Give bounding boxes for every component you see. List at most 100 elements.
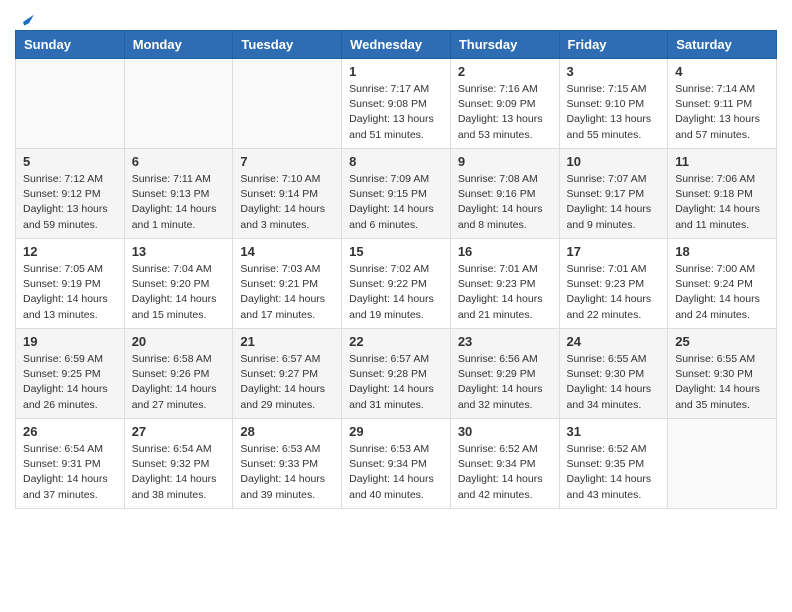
calendar-day-cell: 31 Sunrise: 6:52 AMSunset: 9:35 PMDayligh… bbox=[559, 419, 668, 509]
calendar-day-cell: 24 Sunrise: 6:55 AMSunset: 9:30 PMDayligh… bbox=[559, 329, 668, 419]
day-info: Sunrise: 6:54 AMSunset: 9:31 PMDaylight:… bbox=[23, 442, 117, 503]
day-info: Sunrise: 7:05 AMSunset: 9:19 PMDaylight:… bbox=[23, 262, 117, 323]
day-info: Sunrise: 7:00 AMSunset: 9:24 PMDaylight:… bbox=[675, 262, 769, 323]
day-info: Sunrise: 7:10 AMSunset: 9:14 PMDaylight:… bbox=[240, 172, 334, 233]
day-info: Sunrise: 7:02 AMSunset: 9:22 PMDaylight:… bbox=[349, 262, 443, 323]
column-header-sunday: Sunday bbox=[16, 31, 125, 59]
day-number: 18 bbox=[675, 244, 769, 259]
day-info: Sunrise: 6:57 AMSunset: 9:27 PMDaylight:… bbox=[240, 352, 334, 413]
calendar-week-row: 26 Sunrise: 6:54 AMSunset: 9:31 PMDayligh… bbox=[16, 419, 777, 509]
calendar-day-cell: 11 Sunrise: 7:06 AMSunset: 9:18 PMDayligh… bbox=[668, 149, 777, 239]
calendar-day-cell: 17 Sunrise: 7:01 AMSunset: 9:23 PMDayligh… bbox=[559, 239, 668, 329]
day-number: 14 bbox=[240, 244, 334, 259]
calendar-week-row: 12 Sunrise: 7:05 AMSunset: 9:19 PMDayligh… bbox=[16, 239, 777, 329]
calendar-day-cell: 20Sunrise: 6:58 AMSunset: 9:26 PMDayligh… bbox=[124, 329, 233, 419]
day-info: Sunrise: 6:54 AMSunset: 9:32 PMDaylight:… bbox=[132, 442, 226, 503]
day-number: 6 bbox=[132, 154, 226, 169]
calendar-day-cell bbox=[233, 59, 342, 149]
day-number: 16 bbox=[458, 244, 552, 259]
logo-bird-icon bbox=[17, 10, 35, 28]
day-info: Sunrise: 6:57 AMSunset: 9:28 PMDaylight:… bbox=[349, 352, 443, 413]
day-number: 11 bbox=[675, 154, 769, 169]
day-number: 17 bbox=[567, 244, 661, 259]
calendar-day-cell bbox=[124, 59, 233, 149]
column-header-saturday: Saturday bbox=[668, 31, 777, 59]
logo bbox=[15, 10, 35, 24]
calendar-day-cell: 4 Sunrise: 7:14 AMSunset: 9:11 PMDaylight… bbox=[668, 59, 777, 149]
day-info: Sunrise: 7:03 AMSunset: 9:21 PMDaylight:… bbox=[240, 262, 334, 323]
day-number: 27 bbox=[132, 424, 226, 439]
day-number: 28 bbox=[240, 424, 334, 439]
day-info: Sunrise: 7:11 AMSunset: 9:13 PMDaylight:… bbox=[132, 172, 226, 233]
page-header bbox=[15, 10, 777, 24]
calendar-day-cell: 14 Sunrise: 7:03 AMSunset: 9:21 PMDayligh… bbox=[233, 239, 342, 329]
day-info: Sunrise: 6:53 AMSunset: 9:34 PMDaylight:… bbox=[349, 442, 443, 503]
day-number: 9 bbox=[458, 154, 552, 169]
column-header-tuesday: Tuesday bbox=[233, 31, 342, 59]
day-number: 21 bbox=[240, 334, 334, 349]
calendar-header-row: SundayMondayTuesdayWednesdayThursdayFrid… bbox=[16, 31, 777, 59]
calendar-day-cell: 29 Sunrise: 6:53 AMSunset: 9:34 PMDayligh… bbox=[342, 419, 451, 509]
day-info: Sunrise: 7:09 AMSunset: 9:15 PMDaylight:… bbox=[349, 172, 443, 233]
column-header-wednesday: Wednesday bbox=[342, 31, 451, 59]
day-info: Sunrise: 7:15 AMSunset: 9:10 PMDaylight:… bbox=[567, 82, 661, 143]
column-header-thursday: Thursday bbox=[450, 31, 559, 59]
day-info: Sunrise: 6:52 AMSunset: 9:34 PMDaylight:… bbox=[458, 442, 552, 503]
day-number: 13 bbox=[132, 244, 226, 259]
day-number: 15 bbox=[349, 244, 443, 259]
calendar-day-cell: 7Sunrise: 7:10 AMSunset: 9:14 PMDaylight… bbox=[233, 149, 342, 239]
day-number: 10 bbox=[567, 154, 661, 169]
calendar-day-cell: 22Sunrise: 6:57 AMSunset: 9:28 PMDayligh… bbox=[342, 329, 451, 419]
calendar-day-cell: 28 Sunrise: 6:53 AMSunset: 9:33 PMDayligh… bbox=[233, 419, 342, 509]
day-info: Sunrise: 7:06 AMSunset: 9:18 PMDaylight:… bbox=[675, 172, 769, 233]
calendar-day-cell: 30Sunrise: 6:52 AMSunset: 9:34 PMDayligh… bbox=[450, 419, 559, 509]
day-number: 29 bbox=[349, 424, 443, 439]
day-number: 5 bbox=[23, 154, 117, 169]
day-info: Sunrise: 7:14 AMSunset: 9:11 PMDaylight:… bbox=[675, 82, 769, 143]
column-header-monday: Monday bbox=[124, 31, 233, 59]
calendar-day-cell: 25 Sunrise: 6:55 AMSunset: 9:30 PMDayligh… bbox=[668, 329, 777, 419]
calendar-day-cell: 15 Sunrise: 7:02 AMSunset: 9:22 PMDayligh… bbox=[342, 239, 451, 329]
day-info: Sunrise: 7:12 AMSunset: 9:12 PMDaylight:… bbox=[23, 172, 117, 233]
day-number: 1 bbox=[349, 64, 443, 79]
day-number: 20 bbox=[132, 334, 226, 349]
day-number: 26 bbox=[23, 424, 117, 439]
calendar-day-cell bbox=[16, 59, 125, 149]
calendar-day-cell: 12 Sunrise: 7:05 AMSunset: 9:19 PMDayligh… bbox=[16, 239, 125, 329]
calendar-week-row: 5 Sunrise: 7:12 AMSunset: 9:12 PMDaylight… bbox=[16, 149, 777, 239]
calendar-day-cell: 10 Sunrise: 7:07 AMSunset: 9:17 PMDayligh… bbox=[559, 149, 668, 239]
day-info: Sunrise: 6:55 AMSunset: 9:30 PMDaylight:… bbox=[675, 352, 769, 413]
calendar-day-cell: 5 Sunrise: 7:12 AMSunset: 9:12 PMDaylight… bbox=[16, 149, 125, 239]
column-header-friday: Friday bbox=[559, 31, 668, 59]
day-info: Sunrise: 7:01 AMSunset: 9:23 PMDaylight:… bbox=[567, 262, 661, 323]
day-info: Sunrise: 6:53 AMSunset: 9:33 PMDaylight:… bbox=[240, 442, 334, 503]
calendar-day-cell: 19 Sunrise: 6:59 AMSunset: 9:25 PMDayligh… bbox=[16, 329, 125, 419]
day-info: Sunrise: 6:55 AMSunset: 9:30 PMDaylight:… bbox=[567, 352, 661, 413]
calendar-day-cell: 2Sunrise: 7:16 AMSunset: 9:09 PMDaylight… bbox=[450, 59, 559, 149]
calendar-week-row: 19 Sunrise: 6:59 AMSunset: 9:25 PMDayligh… bbox=[16, 329, 777, 419]
day-info: Sunrise: 6:52 AMSunset: 9:35 PMDaylight:… bbox=[567, 442, 661, 503]
day-info: Sunrise: 7:01 AMSunset: 9:23 PMDaylight:… bbox=[458, 262, 552, 323]
calendar-table: SundayMondayTuesdayWednesdayThursdayFrid… bbox=[15, 30, 777, 509]
day-info: Sunrise: 6:59 AMSunset: 9:25 PMDaylight:… bbox=[23, 352, 117, 413]
calendar-day-cell: 1 Sunrise: 7:17 AMSunset: 9:08 PMDaylight… bbox=[342, 59, 451, 149]
day-number: 25 bbox=[675, 334, 769, 349]
day-number: 8 bbox=[349, 154, 443, 169]
day-info: Sunrise: 7:17 AMSunset: 9:08 PMDaylight:… bbox=[349, 82, 443, 143]
calendar-day-cell: 23Sunrise: 6:56 AMSunset: 9:29 PMDayligh… bbox=[450, 329, 559, 419]
day-number: 12 bbox=[23, 244, 117, 259]
calendar-day-cell: 8 Sunrise: 7:09 AMSunset: 9:15 PMDaylight… bbox=[342, 149, 451, 239]
day-number: 4 bbox=[675, 64, 769, 79]
day-info: Sunrise: 7:07 AMSunset: 9:17 PMDaylight:… bbox=[567, 172, 661, 233]
calendar-day-cell: 13Sunrise: 7:04 AMSunset: 9:20 PMDayligh… bbox=[124, 239, 233, 329]
day-number: 24 bbox=[567, 334, 661, 349]
calendar-day-cell: 21 Sunrise: 6:57 AMSunset: 9:27 PMDayligh… bbox=[233, 329, 342, 419]
day-info: Sunrise: 7:16 AMSunset: 9:09 PMDaylight:… bbox=[458, 82, 552, 143]
calendar-day-cell: 3 Sunrise: 7:15 AMSunset: 9:10 PMDaylight… bbox=[559, 59, 668, 149]
calendar-day-cell: 6 Sunrise: 7:11 AMSunset: 9:13 PMDaylight… bbox=[124, 149, 233, 239]
day-number: 3 bbox=[567, 64, 661, 79]
calendar-day-cell: 16 Sunrise: 7:01 AMSunset: 9:23 PMDayligh… bbox=[450, 239, 559, 329]
day-number: 31 bbox=[567, 424, 661, 439]
calendar-week-row: 1 Sunrise: 7:17 AMSunset: 9:08 PMDaylight… bbox=[16, 59, 777, 149]
day-number: 19 bbox=[23, 334, 117, 349]
